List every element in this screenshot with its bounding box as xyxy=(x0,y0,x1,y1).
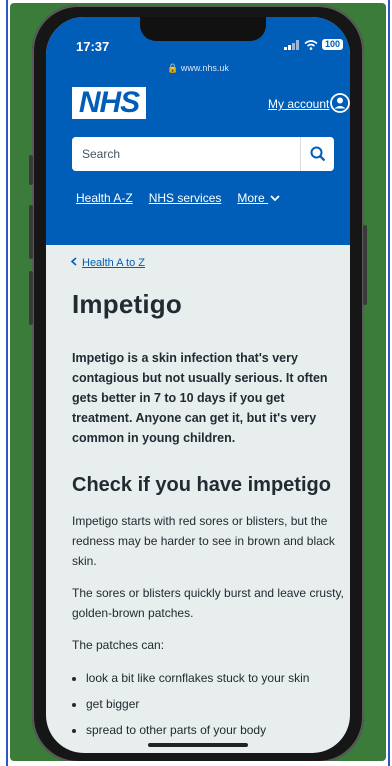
notch xyxy=(140,17,266,41)
symptom-list: look a bit like cornflakes stuck to your… xyxy=(72,665,342,743)
signal-icon xyxy=(284,39,299,50)
my-account-link[interactable]: My account xyxy=(268,97,329,111)
nav-health-a-z[interactable]: Health A-Z xyxy=(76,191,133,205)
wifi-icon xyxy=(304,39,318,50)
main-content: Health A to Z Impetigo Impetigo is a ski… xyxy=(70,253,344,743)
paragraph: Impetigo starts with red sores or bliste… xyxy=(72,514,335,568)
lede-text: Impetigo is a skin infection that's very… xyxy=(72,351,328,445)
section-title: Check if you have impetigo xyxy=(72,474,331,496)
home-indicator xyxy=(148,743,248,747)
search-button[interactable] xyxy=(300,137,334,171)
url-text: www.nhs.uk xyxy=(180,63,229,73)
frame-line-left xyxy=(6,0,8,766)
search-input[interactable] xyxy=(72,137,300,171)
list-item: spread to other parts of your body xyxy=(86,717,342,743)
breadcrumb-link[interactable]: Health A to Z xyxy=(82,257,145,269)
search-icon xyxy=(310,146,325,162)
nhs-logo[interactable]: NHS xyxy=(72,87,146,119)
user-circle-icon[interactable] xyxy=(330,93,350,113)
browser-url[interactable]: 🔒 www.nhs.uk xyxy=(46,63,350,74)
page-title: Impetigo xyxy=(72,289,182,319)
paragraph: The sores or blisters quickly burst and … xyxy=(72,586,344,620)
status-time: 17:37 xyxy=(76,39,110,54)
header-nav: Health A-Z NHS services More xyxy=(76,191,280,205)
phone-screen: 17:37 100 🔒 www.nhs.uk NHS My account Se… xyxy=(46,17,350,753)
phone-side-button xyxy=(29,155,33,185)
phone-volume-up xyxy=(29,205,33,259)
phone-power-button xyxy=(363,225,367,305)
paragraph: The patches can: xyxy=(72,638,165,652)
battery-icon: 100 xyxy=(322,39,344,50)
phone-volume-down xyxy=(29,271,33,325)
lock-icon: 🔒 xyxy=(167,63,179,73)
list-item: look a bit like cornflakes stuck to your… xyxy=(86,665,342,691)
frame-line-right xyxy=(388,0,390,766)
nav-more[interactable]: More xyxy=(237,191,280,205)
chevron-left-icon xyxy=(70,257,77,266)
search-bar xyxy=(72,137,334,171)
photo-background: 17:37 100 🔒 www.nhs.uk NHS My account Se… xyxy=(10,3,386,761)
status-icons: 100 xyxy=(284,39,344,50)
nav-more-label: More xyxy=(237,191,265,205)
list-item: get bigger xyxy=(86,691,342,717)
phone-body: 17:37 100 🔒 www.nhs.uk NHS My account Se… xyxy=(29,5,367,761)
nav-nhs-services[interactable]: NHS services xyxy=(149,191,222,205)
chevron-down-icon xyxy=(270,195,280,202)
